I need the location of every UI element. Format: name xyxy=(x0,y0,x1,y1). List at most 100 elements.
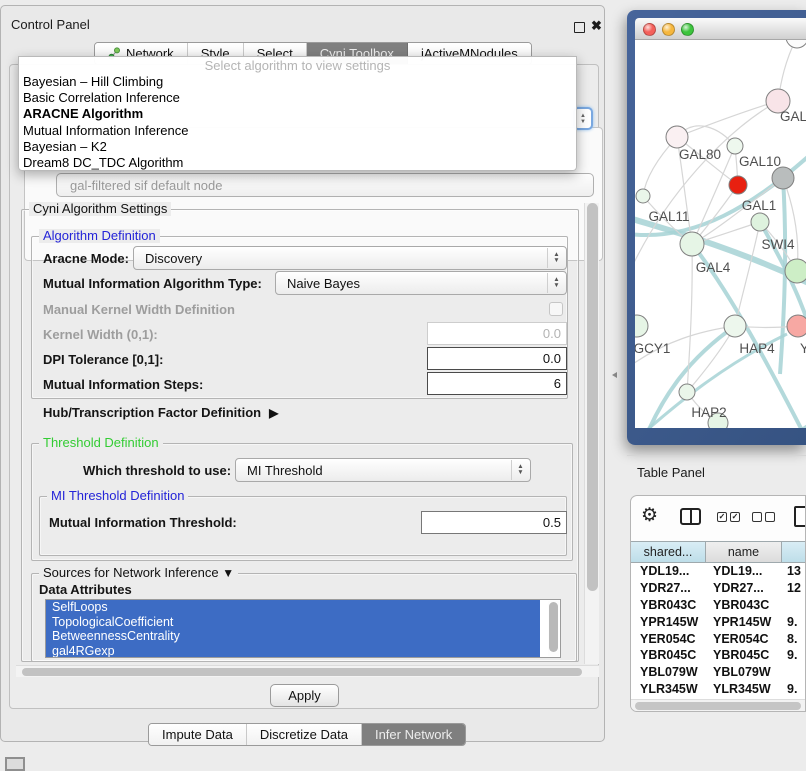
settings-horizontal-scrollbar-thumb[interactable] xyxy=(22,668,582,676)
manual-kernel-width-checkbox[interactable] xyxy=(549,302,563,316)
attribute-item-betweennesscentrality[interactable]: BetweennessCentrality xyxy=(46,629,540,644)
network-edge[interactable] xyxy=(780,178,785,374)
table-cell[interactable] xyxy=(782,597,806,614)
table-cell[interactable] xyxy=(782,664,806,681)
attributes-scrollbar-thumb[interactable] xyxy=(549,602,558,652)
node-gal1[interactable] xyxy=(729,176,747,194)
node-y-cut[interactable] xyxy=(787,315,806,337)
mi-threshold-field[interactable]: 0.5 xyxy=(421,511,567,534)
table-cell[interactable]: YDR27... xyxy=(706,580,782,597)
network-select-combo[interactable]: gal-filtered sif default node xyxy=(56,173,594,197)
column-header-name[interactable]: name xyxy=(706,541,782,563)
node-gal4[interactable] xyxy=(680,232,704,256)
settings-horizontal-scrollbar[interactable] xyxy=(16,665,599,677)
table-cell[interactable]: 8. xyxy=(782,631,806,648)
table-row[interactable]: YPR145WYPR145W9. xyxy=(631,614,806,631)
node-swi4[interactable] xyxy=(751,213,769,231)
tab-infer-network[interactable]: Infer Network xyxy=(362,724,465,745)
table-cell[interactable]: 9. xyxy=(782,647,806,664)
table-cell[interactable]: YER054C xyxy=(631,631,706,648)
network-edge[interactable] xyxy=(735,222,760,326)
network-view-window[interactable]: GALGAL80GAL10GAL1GAL11SWI4GAL4GCY1HAP4YH… xyxy=(627,10,806,445)
column-header-cut[interactable] xyxy=(782,541,806,563)
table-row[interactable]: YBR045CYBR045C9. xyxy=(631,647,806,664)
network-edge[interactable] xyxy=(687,244,692,392)
minimized-panel-icon[interactable] xyxy=(5,757,25,771)
table-cell[interactable]: YDL19... xyxy=(631,563,706,580)
node-gal11[interactable] xyxy=(636,189,650,203)
mi-algorithm-type-combo[interactable]: Naive Bayes xyxy=(275,271,567,295)
table-cell[interactable]: YBL079W xyxy=(706,664,782,681)
table-row[interactable]: YDR27...YDR27...12 xyxy=(631,580,806,597)
settings-vertical-scrollbar-thumb[interactable] xyxy=(587,203,598,591)
table-row[interactable]: YBR043CYBR043C xyxy=(631,597,806,614)
node-hap4[interactable] xyxy=(724,315,746,337)
table-cell[interactable]: YBR043C xyxy=(706,597,782,614)
columns-icon[interactable] xyxy=(680,508,701,525)
settings-vertical-scrollbar[interactable] xyxy=(584,203,599,664)
algorithm-option-mutual-information-inference[interactable]: Mutual Information Inference xyxy=(19,123,576,139)
node-gcy1[interactable] xyxy=(635,315,648,337)
select-all-columns-icon[interactable]: ✓ ✓ xyxy=(717,512,740,522)
table-row[interactable]: YDL19...YDL19...13 xyxy=(631,563,806,580)
traffic-minimize-icon[interactable] xyxy=(662,23,675,36)
node-gray-node[interactable] xyxy=(772,167,794,189)
traffic-close-icon[interactable] xyxy=(643,23,656,36)
table-cell[interactable]: 13 xyxy=(782,563,806,580)
algorithm-option-bayesian-hill-climbing[interactable]: Bayesian – Hill Climbing xyxy=(19,74,576,90)
table-row[interactable]: YBL079WYBL079W xyxy=(631,664,806,681)
node-hap2[interactable] xyxy=(679,384,695,400)
kernel-width-field[interactable]: 0.0 xyxy=(427,322,567,345)
network-canvas[interactable]: GALGAL80GAL10GAL1GAL11SWI4GAL4GCY1HAP4YH… xyxy=(635,40,806,428)
close-icon[interactable]: ✖ xyxy=(591,18,602,34)
attribute-item-gal4rgexp[interactable]: gal4RGexp xyxy=(46,644,540,659)
which-threshold-combo[interactable]: MI Threshold xyxy=(235,458,531,482)
document-icon[interactable] xyxy=(794,506,806,527)
algorithm-option-dream8-dc-tdc-algorithm[interactable]: Dream8 DC_TDC Algorithm xyxy=(19,155,576,171)
mi-steps-field[interactable]: 6 xyxy=(427,372,567,395)
traffic-zoom-icon[interactable] xyxy=(681,23,694,36)
node-gal10[interactable] xyxy=(727,138,743,154)
split-pane-grip[interactable] xyxy=(612,372,617,378)
node-top-edge-node[interactable] xyxy=(786,40,806,48)
table-cell[interactable]: 9. xyxy=(782,614,806,631)
algorithm-option-basic-correlation-inference[interactable]: Basic Correlation Inference xyxy=(19,90,576,106)
hub-definition-toggle[interactable]: Hub/Transcription Factor Definition ▶ xyxy=(43,405,278,420)
deselect-all-columns-icon[interactable] xyxy=(752,512,775,522)
network-edge[interactable] xyxy=(635,218,806,286)
attributes-scrollbar[interactable] xyxy=(548,601,559,656)
table-cell[interactable]: 12 xyxy=(782,580,806,597)
gear-icon[interactable]: ⚙ xyxy=(641,504,658,527)
node-gal80[interactable] xyxy=(666,126,688,148)
attribute-item-selfloops[interactable]: SelfLoops xyxy=(46,600,540,615)
data-attributes-list[interactable]: SelfLoopsTopologicalCoefficientBetweenne… xyxy=(45,599,561,658)
attribute-item-topologicalcoefficient[interactable]: TopologicalCoefficient xyxy=(46,615,540,630)
algorithm-option-aracne-algorithm[interactable]: ARACNE Algorithm xyxy=(19,106,576,122)
float-window-icon[interactable] xyxy=(574,22,585,33)
algorithm-option-bayesian-k2[interactable]: Bayesian – K2 xyxy=(19,139,576,155)
aracne-mode-combo[interactable]: Discovery xyxy=(133,246,567,270)
table-cell[interactable]: YER054C xyxy=(706,631,782,648)
table-row[interactable]: YLR345WYLR345W9. xyxy=(631,681,806,698)
table-cell[interactable]: YDR27... xyxy=(631,580,706,597)
table-cell[interactable]: YPR145W xyxy=(631,614,706,631)
node-green-right[interactable] xyxy=(785,259,806,283)
table-cell[interactable]: YBL079W xyxy=(631,664,706,681)
sources-toggle[interactable]: Sources for Network Inference ▼ xyxy=(39,566,238,580)
table-cell[interactable]: YLR345W xyxy=(631,681,706,698)
table-cell[interactable]: YDL19... xyxy=(706,563,782,580)
table-cell[interactable]: 9. xyxy=(782,681,806,698)
table-cell[interactable]: YLR345W xyxy=(706,681,782,698)
apply-button[interactable]: Apply xyxy=(270,684,339,707)
table-row[interactable]: YER054CYER054C8. xyxy=(631,631,806,648)
table-cell[interactable]: YPR145W xyxy=(706,614,782,631)
dpi-tolerance-field[interactable]: 0.0 xyxy=(427,347,567,370)
table-horizontal-scrollbar[interactable] xyxy=(631,699,806,712)
table-horizontal-scrollbar-thumb[interactable] xyxy=(635,702,801,710)
tab-impute-data[interactable]: Impute Data xyxy=(149,724,247,745)
tab-discretize-data[interactable]: Discretize Data xyxy=(247,724,362,745)
column-header-shared-name[interactable]: shared... xyxy=(631,541,706,563)
table-cell[interactable]: YBR045C xyxy=(631,647,706,664)
table-cell[interactable]: YBR043C xyxy=(631,597,706,614)
network-edge[interactable] xyxy=(677,101,778,137)
